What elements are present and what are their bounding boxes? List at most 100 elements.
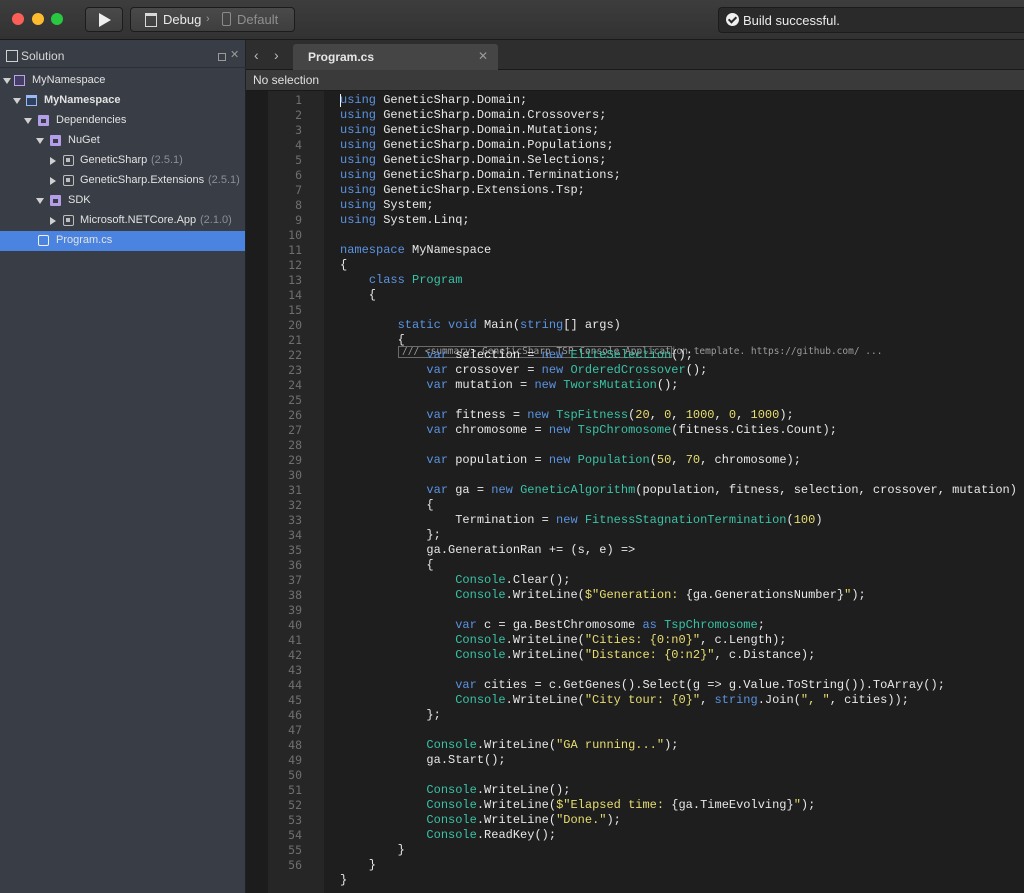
- play-icon: [99, 13, 111, 27]
- code-token: Console: [426, 798, 477, 812]
- tree-item[interactable]: Program.cs: [0, 231, 245, 251]
- code-token: "Distance: {0:n2}": [584, 648, 715, 662]
- code-token: ();: [685, 363, 708, 377]
- code-token: , cities));: [829, 693, 909, 707]
- line-number: 41: [288, 633, 302, 647]
- maximize-pad-icon[interactable]: [218, 53, 226, 61]
- code-line: Console.WriteLine("City tour: {0}", stri…: [340, 693, 909, 708]
- minimize-window-button[interactable]: [32, 13, 44, 25]
- code-token: );: [664, 738, 679, 752]
- tree-item[interactable]: MyNamespace: [0, 91, 245, 111]
- code-line: using System.Linq;: [340, 213, 470, 228]
- tab-program-cs[interactable]: Program.cs ✕: [293, 44, 498, 70]
- code-line: };: [340, 528, 440, 543]
- chevron-left-icon[interactable]: ‹: [254, 47, 259, 63]
- tree-item[interactable]: Dependencies: [0, 111, 245, 131]
- solution-pad-icon: [6, 50, 18, 62]
- code-area[interactable]: /// <summary> GeneticSharp TSP Console A…: [324, 91, 1024, 893]
- code-token: .WriteLine(: [505, 693, 585, 707]
- line-number: 48: [288, 738, 302, 752]
- code-line: {: [340, 558, 433, 573]
- code-token: 70: [685, 453, 701, 467]
- checkmark-icon: [726, 13, 739, 26]
- code-token: using: [340, 153, 377, 167]
- line-number: 5: [295, 153, 302, 167]
- line-number: 47: [288, 723, 302, 737]
- expand-arrow-down-icon[interactable]: [36, 198, 44, 204]
- expand-arrow-right-icon[interactable]: [50, 157, 56, 165]
- code-token: EliteSelection: [570, 348, 672, 362]
- code-token: .WriteLine(: [476, 798, 557, 812]
- tree-item[interactable]: GeneticSharp (2.5.1): [0, 151, 245, 171]
- code-token: new: [491, 483, 513, 497]
- code-line: static void Main(string[] args): [340, 318, 621, 333]
- line-number: 46: [288, 708, 302, 722]
- code-token: ): [815, 513, 823, 527]
- tree-item[interactable]: GeneticSharp.Extensions (2.5.1): [0, 171, 245, 191]
- configuration-selector[interactable]: Debug › Default: [130, 7, 295, 32]
- code-token: "City tour: {0}": [584, 693, 701, 707]
- code-token: var: [426, 453, 449, 467]
- expand-arrow-right-icon[interactable]: [50, 217, 56, 225]
- code-token: var: [426, 408, 449, 422]
- chevron-right-icon[interactable]: ›: [274, 47, 279, 63]
- code-token: namespace: [340, 243, 405, 257]
- line-number: 35: [288, 543, 302, 557]
- code-token: .WriteLine(: [476, 813, 557, 827]
- code-token: .WriteLine(: [505, 633, 585, 647]
- maximize-window-button[interactable]: [51, 13, 63, 25]
- code-token: }: [340, 858, 377, 872]
- line-number: 38: [288, 588, 302, 602]
- code-token: var: [426, 363, 449, 377]
- line-number: 2: [295, 108, 302, 122]
- code-token: static void: [397, 318, 477, 332]
- tree-item[interactable]: MyNamespace: [0, 71, 245, 91]
- close-window-button[interactable]: [12, 13, 24, 25]
- close-pad-icon[interactable]: ✕: [230, 48, 239, 61]
- tree-item[interactable]: NuGet: [0, 131, 245, 151]
- code-token: ,: [649, 408, 665, 422]
- code-token: new: [541, 363, 564, 377]
- code-line: var cities = c.GetGenes().Select(g => g.…: [340, 678, 945, 693]
- code-token: var: [455, 618, 477, 632]
- tree-item[interactable]: Microsoft.NETCore.App (2.1.0): [0, 211, 245, 231]
- code-line: using GeneticSharp.Domain;: [340, 93, 527, 108]
- path-bar-text: No selection: [253, 73, 320, 87]
- close-tab-icon[interactable]: ✕: [478, 49, 488, 63]
- window-icon: [145, 13, 157, 27]
- line-number: 21: [288, 333, 302, 347]
- code-token: new: [541, 348, 564, 362]
- expand-arrow-down-icon[interactable]: [13, 98, 21, 104]
- path-bar[interactable]: No selection: [246, 70, 1024, 91]
- line-number: 52: [288, 798, 302, 812]
- run-button[interactable]: [85, 7, 123, 32]
- code-token: 50: [656, 453, 672, 467]
- line-number: 53: [288, 813, 302, 827]
- folder-icon: [50, 195, 61, 206]
- code-token: {ga.TimeEvolving}: [671, 798, 794, 812]
- code-token: Console: [455, 633, 506, 647]
- code-token: using: [340, 93, 377, 107]
- expand-arrow-down-icon[interactable]: [24, 118, 32, 124]
- expand-arrow-down-icon[interactable]: [3, 78, 11, 84]
- expand-arrow-down-icon[interactable]: [36, 138, 44, 144]
- code-line: var ga = new GeneticAlgorithm(population…: [340, 483, 1017, 498]
- tree-item[interactable]: SDK: [0, 191, 245, 211]
- code-token: ();: [656, 378, 679, 392]
- code-token: ga.Start();: [340, 753, 506, 767]
- expand-arrow-right-icon[interactable]: [50, 177, 56, 185]
- tree-item-label: Dependencies: [56, 114, 127, 126]
- code-token: crossover =: [455, 363, 542, 377]
- code-token: Program: [412, 273, 463, 287]
- package-icon: [63, 155, 74, 166]
